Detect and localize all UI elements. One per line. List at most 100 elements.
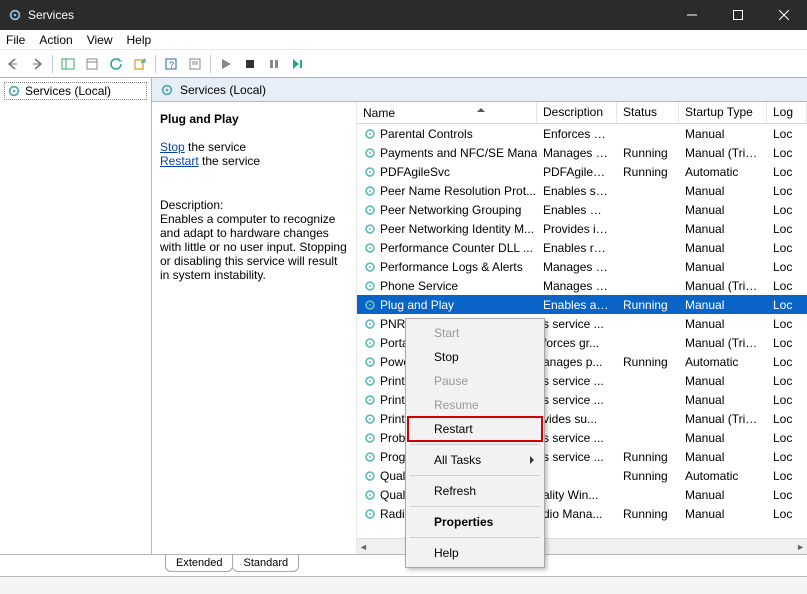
tab-extended[interactable]: Extended [165,555,233,572]
menu-action[interactable]: Action [39,33,72,47]
service-description: ality Win... [537,488,617,502]
scroll-left-icon[interactable]: ◄ [359,542,368,552]
service-description: s service ... [537,393,617,407]
service-logon: Loc [767,222,807,236]
column-status[interactable]: Status [617,102,679,123]
menu-file[interactable]: File [6,33,25,47]
service-startup-type: Manual [679,317,767,331]
service-logon: Loc [767,317,807,331]
service-logon: Loc [767,336,807,350]
restart-service-link[interactable]: Restart [160,154,199,168]
service-description: s service ... [537,374,617,388]
show-hide-tree-icon[interactable] [57,53,79,75]
menu-help[interactable]: Help [127,33,152,47]
context-menu-resume: Resume [408,393,542,417]
context-menu-separator [410,506,540,507]
description-label: Description: [160,198,348,212]
service-row[interactable]: Peer Name Resolution Prot...Enables serv… [357,181,807,200]
service-startup-type: Manual (Trig... [679,279,767,293]
maximize-button[interactable] [715,0,761,30]
column-description[interactable]: Description [537,102,617,123]
context-menu-properties[interactable]: Properties [408,510,542,534]
forward-button[interactable] [26,53,48,75]
service-gear-icon [363,279,377,293]
service-name: Parental Controls [380,127,473,141]
service-row[interactable]: Parental ControlsEnforces pa...ManualLoc [357,124,807,143]
service-description: PDFAgileSvc [537,165,617,179]
service-startup-type: Automatic [679,355,767,369]
column-logon[interactable]: Log [767,102,807,123]
scroll-right-icon[interactable]: ► [796,542,805,552]
column-startup-type[interactable]: Startup Type [679,102,767,123]
service-name: Plug and Play [380,298,454,312]
service-logon: Loc [767,241,807,255]
service-row[interactable]: Payments and NFC/SE Mana...Manages pa...… [357,143,807,162]
context-menu-separator [410,475,540,476]
service-gear-icon [363,336,377,350]
service-row[interactable]: Peer Networking Identity M...Provides id… [357,219,807,238]
close-button[interactable] [761,0,807,30]
service-logon: Loc [767,412,807,426]
tree-item-services-local[interactable]: Services (Local) [4,82,147,100]
service-startup-type: Manual [679,374,767,388]
service-logon: Loc [767,279,807,293]
context-menu-restart[interactable]: Restart [408,417,542,441]
stop-suffix: the service [185,140,246,154]
service-status: Running [617,298,679,312]
service-row[interactable]: PDFAgileSvcPDFAgileSvcRunningAutomaticLo… [357,162,807,181]
minimize-button[interactable] [669,0,715,30]
service-row[interactable]: Plug and PlayEnables a c...RunningManual… [357,295,807,314]
menu-view[interactable]: View [87,33,113,47]
service-gear-icon [363,412,377,426]
service-gear-icon [363,165,377,179]
service-logon: Loc [767,469,807,483]
column-name[interactable]: Name [357,102,537,123]
restart-service-icon[interactable] [287,53,309,75]
service-description: Manages pa... [537,146,617,160]
menubar: File Action View Help [0,30,807,50]
pause-service-icon[interactable] [263,53,285,75]
service-name: Phone Service [380,279,458,293]
service-row[interactable]: Peer Networking GroupingEnables mul...Ma… [357,200,807,219]
export-list-icon[interactable] [129,53,151,75]
service-description: Enables a c... [537,298,617,312]
service-description: anages p... [537,355,617,369]
service-startup-type: Manual [679,431,767,445]
service-logon: Loc [767,355,807,369]
help-topic-icon[interactable] [184,53,206,75]
service-gear-icon [363,260,377,274]
service-gear-icon [363,393,377,407]
context-menu-all-tasks[interactable]: All Tasks [408,448,542,472]
back-button[interactable] [2,53,24,75]
service-gear-icon [363,317,377,331]
service-startup-type: Manual [679,488,767,502]
help-icon[interactable]: ? [160,53,182,75]
service-name: PDFAgileSvc [380,165,450,179]
titlebar: Services [0,0,807,30]
service-description: s service ... [537,450,617,464]
service-row[interactable]: Performance Logs & AlertsManages th...Ma… [357,257,807,276]
service-startup-type: Manual (Trig... [679,146,767,160]
service-description: Enables mul... [537,203,617,217]
service-row[interactable]: Phone ServiceManages th...Manual (Trig..… [357,276,807,295]
service-startup-type: Automatic [679,469,767,483]
context-menu-stop[interactable]: Stop [408,345,542,369]
stop-service-link[interactable]: Stop [160,140,185,154]
start-service-icon[interactable] [215,53,237,75]
detail-pane: Plug and Play Stop the service Restart t… [152,102,357,554]
service-startup-type: Manual [679,203,767,217]
service-logon: Loc [767,184,807,198]
context-menu-help[interactable]: Help [408,541,542,565]
refresh-icon[interactable] [105,53,127,75]
context-menu-pause: Pause [408,369,542,393]
context-menu-separator [410,537,540,538]
context-menu-refresh[interactable]: Refresh [408,479,542,503]
service-row[interactable]: Performance Counter DLL ...Enables rem..… [357,238,807,257]
service-gear-icon [363,184,377,198]
service-logon: Loc [767,203,807,217]
properties-icon[interactable] [81,53,103,75]
tab-standard[interactable]: Standard [232,555,299,572]
stop-service-icon[interactable] [239,53,261,75]
column-headers: Name Description Status Startup Type Log [357,102,807,124]
service-startup-type: Manual [679,507,767,521]
